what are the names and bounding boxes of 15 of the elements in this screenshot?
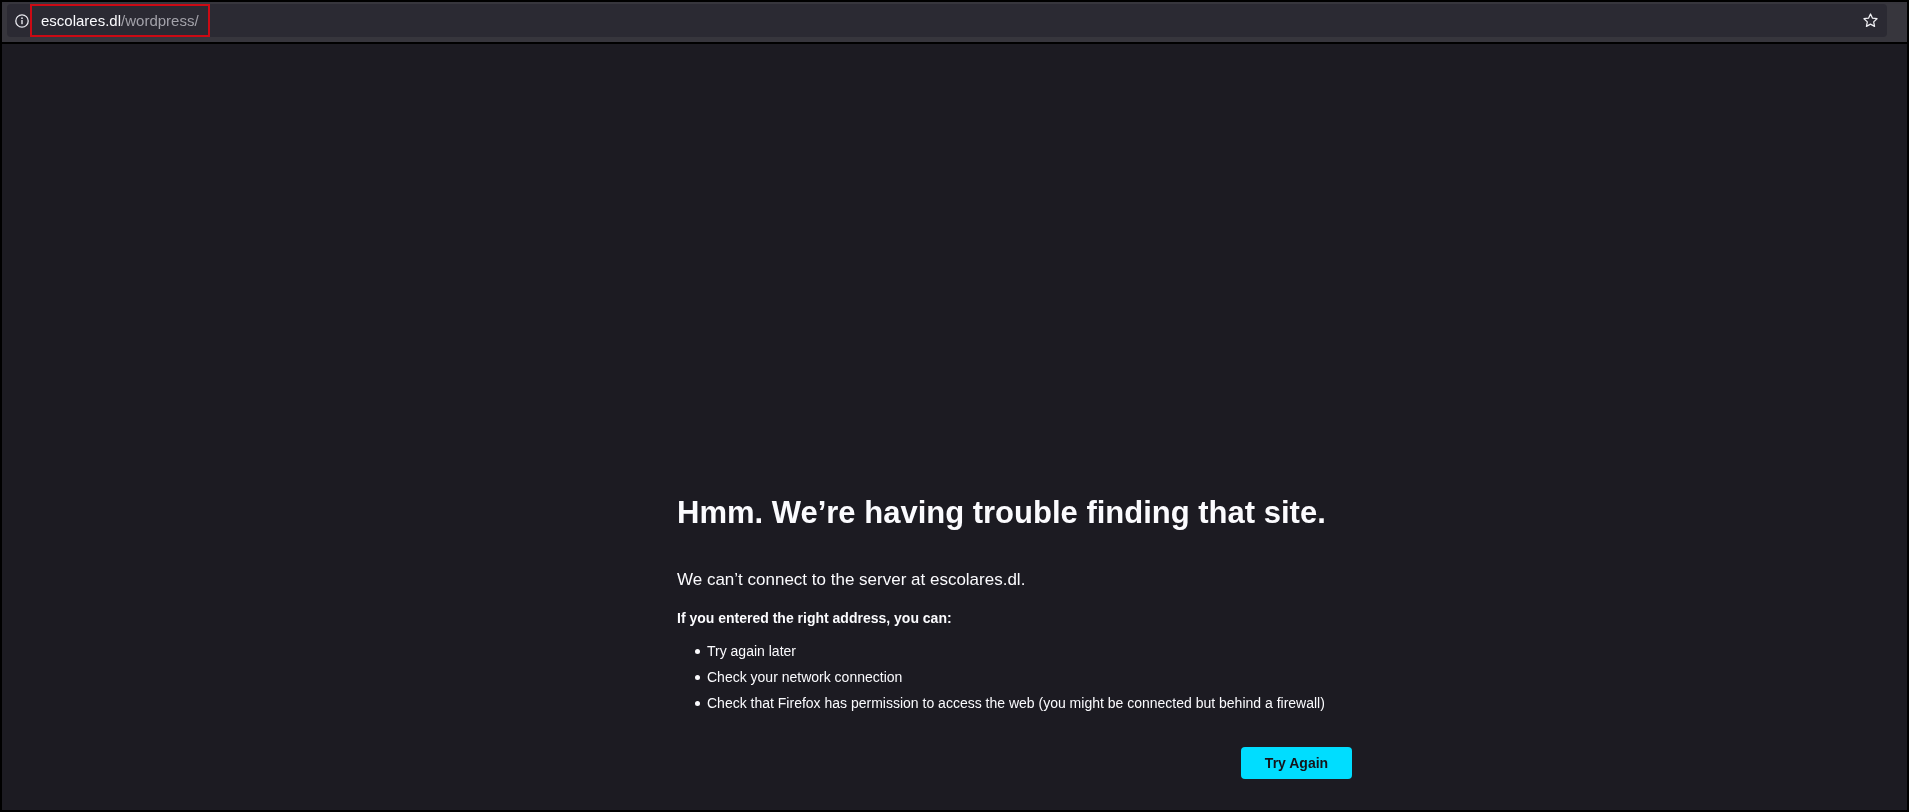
- bullet-icon: [695, 648, 700, 654]
- suggestion-text: Check your network connection: [707, 668, 903, 687]
- info-icon[interactable]: [15, 13, 29, 28]
- error-title: Hmm. We’re having trouble finding that site.: [677, 494, 1327, 532]
- advice-heading: If you entered the right address, you can:: [677, 609, 953, 628]
- url-host: escolares.dl: [41, 10, 122, 31]
- try-again-button[interactable]: Try Again: [1241, 747, 1352, 779]
- bullet-icon: [695, 674, 700, 680]
- bullet-icon: [695, 700, 700, 706]
- url-path: /wordpress/: [121, 10, 199, 31]
- bookmark-star-icon[interactable]: [1862, 12, 1879, 29]
- suggestion-text: Check that Firefox has permission to access the web (you might be connected but behind a firewall): [707, 694, 1325, 713]
- error-message: We can’t connect to the server at escolares.dl.: [677, 569, 1027, 591]
- suggestion-text: Try again later: [707, 642, 796, 661]
- address-bar[interactable]: escolares.dl/wordpress/: [7, 4, 1887, 37]
